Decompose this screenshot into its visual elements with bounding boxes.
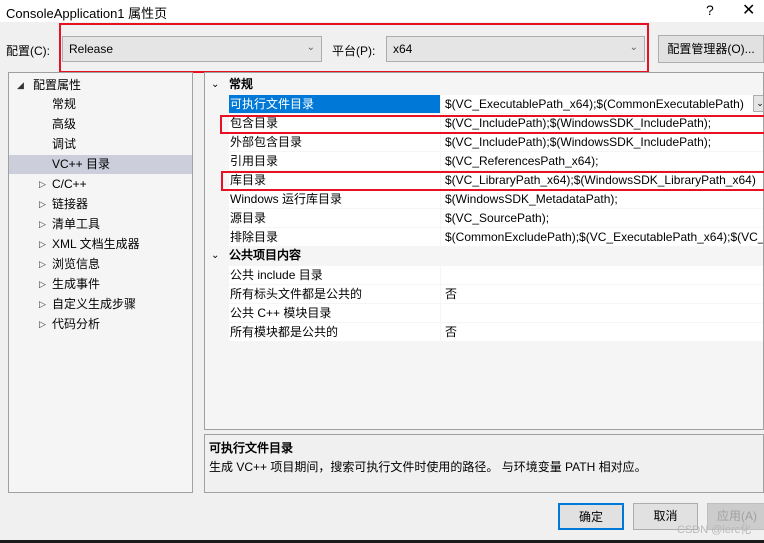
description-panel: 可执行文件目录 生成 VC++ 项目期间，搜索可执行文件时使用的路径。 与环境变… (204, 434, 764, 493)
tree-item-label: 自定义生成步骤 (52, 297, 137, 311)
tree-root[interactable]: ◢ 配置属性 (9, 76, 192, 95)
property-value[interactable]: $(VC_IncludePath);$(WindowsSDK_IncludePa… (441, 133, 763, 151)
expanded-triangle-icon: ◢ (17, 80, 24, 90)
property-name: Windows 运行库目录 (229, 190, 440, 208)
collapse-chevron-icon: ⌄ (211, 250, 220, 261)
watermark: CSDN @lerc化 (677, 524, 752, 536)
window-title: ConsoleApplication1 属性页 (6, 6, 168, 21)
tree-item-label: 浏览信息 (52, 257, 101, 271)
tree-item[interactable]: ▷ C/C++ (9, 175, 192, 194)
property-row[interactable]: 外部包含目录 $(VC_IncludePath);$(WindowsSDK_Inc… (205, 133, 763, 152)
property-name: 源目录 (229, 209, 440, 227)
value-dropdown-button[interactable]: ⌄ (753, 95, 763, 112)
property-value[interactable]: $(VC_ReferencesPath_x64); (441, 152, 763, 170)
property-name: 公共 include 目录 (229, 266, 440, 284)
property-value[interactable]: 否 (441, 285, 763, 303)
property-value[interactable]: $(VC_SourcePath); (441, 209, 763, 227)
tree-item-label: XML 文档生成器 (52, 237, 140, 251)
property-row[interactable]: 源目录 $(VC_SourcePath); (205, 209, 763, 228)
property-name: 外部包含目录 (229, 133, 440, 151)
property-name: 库目录 (229, 171, 440, 189)
tree-item-label: 高级 (52, 117, 77, 131)
tree-item-label: 代码分析 (52, 317, 101, 331)
chevron-down-icon: ⌄ (306, 42, 315, 53)
tree-item[interactable]: ▷ 清单工具 (9, 215, 192, 234)
config-value: Release (69, 42, 114, 56)
property-name: 排除目录 (229, 228, 440, 246)
tree-item[interactable]: 调试 (9, 135, 192, 154)
property-row[interactable]: 可执行文件目录 $(VC_ExecutablePath_x64);$(Common… (205, 95, 763, 114)
tree-item[interactable]: 常规 (9, 95, 192, 114)
expand-triangle-icon[interactable]: ▷ (39, 275, 46, 294)
property-row[interactable]: 库目录 $(VC_LibraryPath_x64);$(WindowsSDK_Li… (205, 171, 763, 190)
tree-item[interactable]: ▷ 链接器 (9, 195, 192, 214)
tree-item-label: 生成事件 (52, 277, 101, 291)
expand-triangle-icon[interactable]: ▷ (39, 195, 46, 214)
collapse-chevron-icon: ⌄ (211, 79, 220, 90)
property-name: 包含目录 (229, 114, 440, 132)
expand-triangle-icon[interactable]: ▷ (39, 175, 46, 194)
property-name: 所有模块都是公共的 (229, 323, 440, 341)
config-manager-button[interactable]: 配置管理器(O)... (658, 35, 764, 63)
property-name: 所有标头文件都是公共的 (229, 285, 440, 303)
property-row[interactable]: 引用目录 $(VC_ReferencesPath_x64); (205, 152, 763, 171)
close-button[interactable]: ✕ (742, 0, 755, 20)
property-row[interactable]: 公共 C++ 模块目录 (205, 304, 763, 323)
category-public-content[interactable]: ⌄ 公共项目内容 (205, 246, 763, 265)
tree-item-label: 常规 (52, 97, 77, 111)
tree-item[interactable]: ▷ 浏览信息 (9, 255, 192, 274)
description-text: 生成 VC++ 项目期间，搜索可执行文件时使用的路径。 与环境变量 PATH 相… (209, 460, 647, 474)
property-value[interactable] (441, 304, 763, 322)
title-bar: ConsoleApplication1 属性页 ? ✕ (0, 0, 764, 22)
property-tree[interactable]: ◢ 配置属性 常规高级调试 VC++ 目录 ▷ C/C++ ▷ 链接器 ▷ 清单工具 ▷ XML … (8, 72, 193, 493)
description-title: 可执行文件目录 (209, 441, 294, 455)
property-grid[interactable]: ⌄ 常规 可执行文件目录 $(VC_ExecutablePath_x64);$(C… (204, 72, 764, 430)
tree-item[interactable]: VC++ 目录 (9, 155, 192, 174)
expand-triangle-icon[interactable]: ▷ (39, 235, 46, 254)
platform-label: 平台(P): (332, 44, 376, 58)
property-value[interactable]: $(WindowsSDK_MetadataPath); (441, 190, 763, 208)
tree-item[interactable]: ▷ 自定义生成步骤 (9, 295, 192, 314)
tree-item[interactable]: ▷ XML 文档生成器 (9, 235, 192, 254)
tree-item-label: VC++ 目录 (52, 157, 111, 171)
property-value[interactable]: $(CommonExcludePath);$(VC_ExecutablePath… (441, 228, 763, 246)
config-dropdown[interactable]: Release ⌄ (62, 36, 322, 62)
property-row[interactable]: 包含目录 $(VC_IncludePath);$(WindowsSDK_Inclu… (205, 114, 763, 133)
property-value[interactable]: 否 (441, 323, 763, 341)
property-name: 引用目录 (229, 152, 440, 170)
tree-item[interactable]: 高级 (9, 115, 192, 134)
property-value[interactable]: $(VC_IncludePath);$(WindowsSDK_IncludePa… (441, 114, 763, 132)
chevron-down-icon: ⌄ (629, 42, 638, 53)
property-row[interactable]: Windows 运行库目录 $(WindowsSDK_MetadataPath); (205, 190, 763, 209)
property-row[interactable]: 所有标头文件都是公共的否 (205, 285, 763, 304)
tree-item-label: 链接器 (52, 197, 89, 211)
property-row[interactable]: 公共 include 目录 (205, 266, 763, 285)
property-row[interactable]: 所有模块都是公共的否 (205, 323, 763, 342)
help-button[interactable]: ? (706, 2, 714, 18)
property-name: 公共 C++ 模块目录 (229, 304, 440, 322)
config-label: 配置(C): (6, 44, 50, 58)
ok-button[interactable]: 确定 (558, 503, 624, 530)
expand-triangle-icon[interactable]: ▷ (39, 295, 46, 314)
expand-triangle-icon[interactable]: ▷ (39, 255, 46, 274)
expand-triangle-icon[interactable]: ▷ (39, 215, 46, 234)
property-value[interactable] (441, 266, 763, 284)
property-value[interactable]: $(VC_LibraryPath_x64);$(WindowsSDK_Libra… (441, 171, 763, 189)
tree-item[interactable]: ▷ 生成事件 (9, 275, 192, 294)
category-general[interactable]: ⌄ 常规 (205, 75, 763, 94)
property-value[interactable]: $(VC_ExecutablePath_x64);$(CommonExecuta… (441, 95, 763, 113)
tree-item[interactable]: ▷ 代码分析 (9, 315, 192, 334)
expand-triangle-icon[interactable]: ▷ (39, 315, 46, 334)
tree-item-label: C/C++ (52, 177, 87, 191)
platform-value: x64 (393, 42, 413, 56)
property-name: 可执行文件目录 (229, 95, 440, 113)
platform-dropdown[interactable]: x64 ⌄ (386, 36, 645, 62)
tree-item-label: 调试 (52, 137, 77, 151)
property-row[interactable]: 排除目录 $(CommonExcludePath);$(VC_Executable… (205, 228, 763, 247)
tree-item-label: 清单工具 (52, 217, 101, 231)
